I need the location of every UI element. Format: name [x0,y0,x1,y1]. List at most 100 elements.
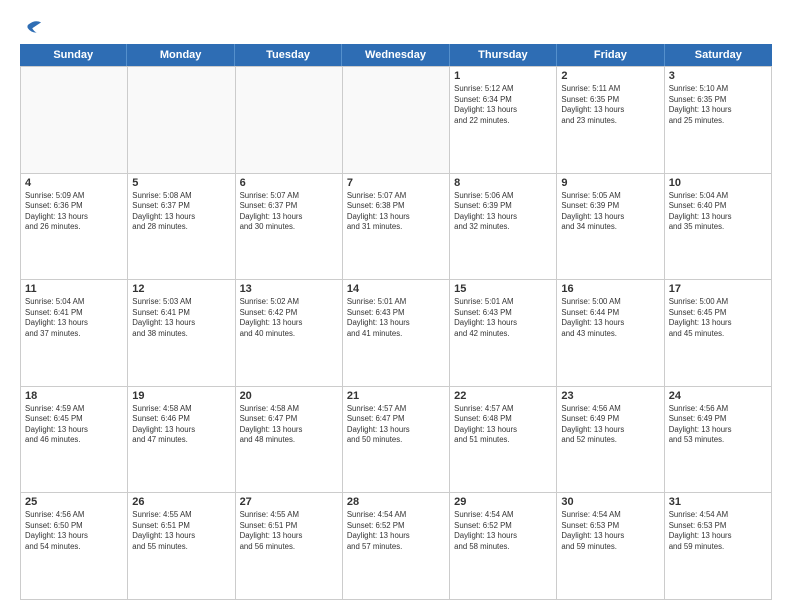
day-info: Sunrise: 4:57 AM Sunset: 6:47 PM Dayligh… [347,404,445,446]
day-cell: 15 Sunrise: 5:01 AM Sunset: 6:43 PM Dayli… [450,280,557,386]
day-number: 1 [454,70,552,82]
day-info: Sunrise: 4:58 AM Sunset: 6:47 PM Dayligh… [240,404,338,446]
day-number: 11 [25,283,123,295]
day-info: Sunrise: 5:00 AM Sunset: 6:44 PM Dayligh… [561,297,659,339]
calendar-header: SundayMondayTuesdayWednesdayThursdayFrid… [20,44,772,66]
day-info: Sunrise: 5:04 AM Sunset: 6:40 PM Dayligh… [669,191,767,233]
day-number: 31 [669,496,767,508]
day-info: Sunrise: 4:56 AM Sunset: 6:49 PM Dayligh… [669,404,767,446]
day-number: 4 [25,177,123,189]
weekday-header: Sunday [20,44,127,66]
day-info: Sunrise: 4:59 AM Sunset: 6:45 PM Dayligh… [25,404,123,446]
day-number: 3 [669,70,767,82]
day-number: 25 [25,496,123,508]
day-cell: 2 Sunrise: 5:11 AM Sunset: 6:35 PM Daylig… [557,67,664,173]
day-cell: 11 Sunrise: 5:04 AM Sunset: 6:41 PM Dayli… [21,280,128,386]
day-number: 21 [347,390,445,402]
day-number: 16 [561,283,659,295]
day-cell: 30 Sunrise: 4:54 AM Sunset: 6:53 PM Dayli… [557,493,664,599]
calendar-row: 18 Sunrise: 4:59 AM Sunset: 6:45 PM Dayli… [21,386,772,493]
day-info: Sunrise: 4:54 AM Sunset: 6:52 PM Dayligh… [347,510,445,552]
day-info: Sunrise: 4:55 AM Sunset: 6:51 PM Dayligh… [240,510,338,552]
day-cell: 23Sunrise: 4:56 AM Sunset: 6:49 PM Dayli… [557,387,664,493]
day-cell: 8 Sunrise: 5:06 AM Sunset: 6:39 PM Daylig… [450,174,557,280]
empty-cell [236,67,343,173]
day-cell: 28 Sunrise: 4:54 AM Sunset: 6:52 PM Dayli… [343,493,450,599]
logo [20,18,44,36]
day-cell: 7 Sunrise: 5:07 AM Sunset: 6:38 PM Daylig… [343,174,450,280]
day-number: 18 [25,390,123,402]
calendar-row: 4 Sunrise: 5:09 AM Sunset: 6:36 PM Daylig… [21,173,772,280]
day-cell: 25 Sunrise: 4:56 AM Sunset: 6:50 PM Dayli… [21,493,128,599]
empty-cell [128,67,235,173]
day-cell: 19 Sunrise: 4:58 AM Sunset: 6:46 PM Dayli… [128,387,235,493]
day-number: 24 [669,390,767,402]
day-number: 2 [561,70,659,82]
empty-cell [21,67,128,173]
day-cell: 13 Sunrise: 5:02 AM Sunset: 6:42 PM Dayli… [236,280,343,386]
day-info: Sunrise: 5:02 AM Sunset: 6:42 PM Dayligh… [240,297,338,339]
day-info: Sunrise: 5:00 AM Sunset: 6:45 PM Dayligh… [669,297,767,339]
day-number: 28 [347,496,445,508]
day-cell: 10Sunrise: 5:04 AM Sunset: 6:40 PM Dayli… [665,174,772,280]
day-number: 6 [240,177,338,189]
day-info: Sunrise: 5:08 AM Sunset: 6:37 PM Dayligh… [132,191,230,233]
day-number: 12 [132,283,230,295]
day-number: 9 [561,177,659,189]
day-number: 19 [132,390,230,402]
weekday-header: Friday [557,44,664,66]
day-info: Sunrise: 4:55 AM Sunset: 6:51 PM Dayligh… [132,510,230,552]
day-cell: 17 Sunrise: 5:00 AM Sunset: 6:45 PM Dayli… [665,280,772,386]
weekday-header: Tuesday [235,44,342,66]
day-number: 30 [561,496,659,508]
day-number: 27 [240,496,338,508]
day-info: Sunrise: 5:01 AM Sunset: 6:43 PM Dayligh… [454,297,552,339]
day-number: 14 [347,283,445,295]
day-info: Sunrise: 5:04 AM Sunset: 6:41 PM Dayligh… [25,297,123,339]
calendar-row: 11 Sunrise: 5:04 AM Sunset: 6:41 PM Dayli… [21,279,772,386]
day-cell: 14Sunrise: 5:01 AM Sunset: 6:43 PM Dayli… [343,280,450,386]
day-cell: 29 Sunrise: 4:54 AM Sunset: 6:52 PM Dayli… [450,493,557,599]
day-info: Sunrise: 5:06 AM Sunset: 6:39 PM Dayligh… [454,191,552,233]
day-info: Sunrise: 4:58 AM Sunset: 6:46 PM Dayligh… [132,404,230,446]
day-cell: 26 Sunrise: 4:55 AM Sunset: 6:51 PM Dayli… [128,493,235,599]
day-cell: 3Sunrise: 5:10 AM Sunset: 6:35 PM Daylig… [665,67,772,173]
day-number: 13 [240,283,338,295]
day-cell: 18 Sunrise: 4:59 AM Sunset: 6:45 PM Dayli… [21,387,128,493]
calendar-row: 25 Sunrise: 4:56 AM Sunset: 6:50 PM Dayli… [21,492,772,599]
day-info: Sunrise: 5:11 AM Sunset: 6:35 PM Dayligh… [561,84,659,126]
day-cell: 12 Sunrise: 5:03 AM Sunset: 6:41 PM Dayli… [128,280,235,386]
day-info: Sunrise: 5:05 AM Sunset: 6:39 PM Dayligh… [561,191,659,233]
day-cell: 1 Sunrise: 5:12 AM Sunset: 6:34 PM Daylig… [450,67,557,173]
day-number: 8 [454,177,552,189]
day-info: Sunrise: 5:03 AM Sunset: 6:41 PM Dayligh… [132,297,230,339]
day-info: Sunrise: 4:54 AM Sunset: 6:53 PM Dayligh… [561,510,659,552]
day-info: Sunrise: 4:54 AM Sunset: 6:52 PM Dayligh… [454,510,552,552]
calendar-row: 1 Sunrise: 5:12 AM Sunset: 6:34 PM Daylig… [21,66,772,173]
day-cell: 5Sunrise: 5:08 AM Sunset: 6:37 PM Daylig… [128,174,235,280]
day-number: 20 [240,390,338,402]
weekday-header: Wednesday [342,44,449,66]
day-cell: 31Sunrise: 4:54 AM Sunset: 6:53 PM Dayli… [665,493,772,599]
weekday-header: Saturday [665,44,772,66]
day-cell: 21 Sunrise: 4:57 AM Sunset: 6:47 PM Dayli… [343,387,450,493]
calendar-body: 1 Sunrise: 5:12 AM Sunset: 6:34 PM Daylig… [20,66,772,600]
logo-bird-icon [22,18,44,40]
day-cell: 9 Sunrise: 5:05 AM Sunset: 6:39 PM Daylig… [557,174,664,280]
day-info: Sunrise: 5:12 AM Sunset: 6:34 PM Dayligh… [454,84,552,126]
day-number: 29 [454,496,552,508]
day-number: 23 [561,390,659,402]
day-number: 17 [669,283,767,295]
page: SundayMondayTuesdayWednesdayThursdayFrid… [0,0,792,612]
day-info: Sunrise: 5:07 AM Sunset: 6:38 PM Dayligh… [347,191,445,233]
calendar: SundayMondayTuesdayWednesdayThursdayFrid… [20,44,772,600]
day-cell: 22Sunrise: 4:57 AM Sunset: 6:48 PM Dayli… [450,387,557,493]
day-cell: 27 Sunrise: 4:55 AM Sunset: 6:51 PM Dayli… [236,493,343,599]
day-cell: 4 Sunrise: 5:09 AM Sunset: 6:36 PM Daylig… [21,174,128,280]
day-info: Sunrise: 5:09 AM Sunset: 6:36 PM Dayligh… [25,191,123,233]
day-info: Sunrise: 4:56 AM Sunset: 6:50 PM Dayligh… [25,510,123,552]
weekday-header: Thursday [450,44,557,66]
day-number: 26 [132,496,230,508]
day-number: 7 [347,177,445,189]
day-number: 15 [454,283,552,295]
